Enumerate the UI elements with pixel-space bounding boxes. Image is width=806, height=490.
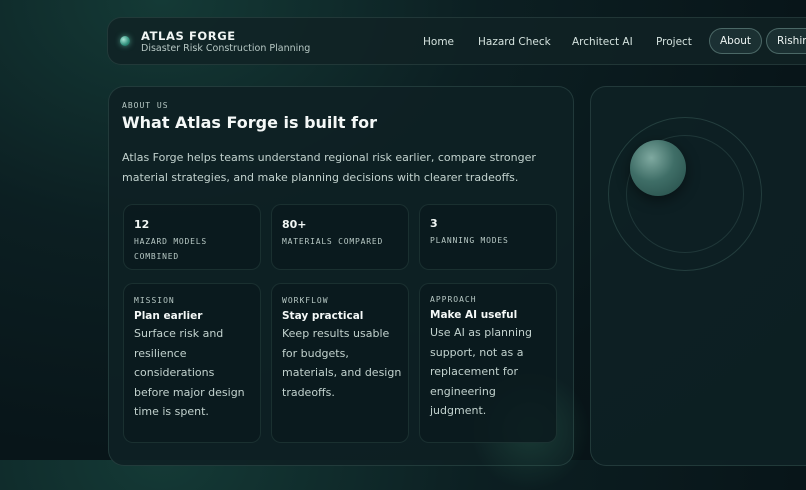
- brand-logo-icon: [120, 36, 130, 46]
- brand-title[interactable]: ATLAS FORGE: [141, 29, 236, 43]
- tile-eyebrow: APPROACH: [430, 295, 477, 304]
- section-lead: Atlas Forge helps teams understand regio…: [122, 151, 536, 184]
- stat-value: 3: [430, 217, 438, 230]
- tile-body: Surface risk and resilience consideratio…: [134, 327, 245, 418]
- stat-value: 12: [134, 218, 150, 231]
- stat-label: HAZARD MODELS COMBINED: [134, 237, 208, 261]
- stat-label: PLANNING MODES: [430, 236, 509, 245]
- tile-eyebrow: WORKFLOW: [282, 296, 329, 305]
- globe-orb-icon: [630, 140, 686, 196]
- tile-body: Keep results usable for budgets, materia…: [282, 327, 402, 399]
- nav-hazard-check[interactable]: Hazard Check: [478, 36, 551, 48]
- tile-title: Make AI useful: [430, 309, 518, 321]
- tile-eyebrow: MISSION: [134, 296, 175, 305]
- nav-project[interactable]: Project: [656, 36, 692, 48]
- section-title: What Atlas Forge is built for: [122, 113, 377, 132]
- nav-home[interactable]: Home: [423, 36, 454, 48]
- tile-body: Use AI as planning support, not as a rep…: [430, 326, 533, 417]
- tile-title: Plan earlier: [134, 310, 203, 322]
- nav-architect-ai[interactable]: Architect AI: [572, 36, 633, 48]
- stat-value: 80+: [282, 218, 307, 231]
- brand-subtitle: Disaster Risk Construction Planning: [141, 43, 311, 54]
- tile-title: Stay practical: [282, 310, 364, 322]
- section-eyebrow: ABOUT US: [122, 101, 169, 110]
- nav-about[interactable]: About: [709, 28, 763, 54]
- stat-label: MATERIALS COMPARED: [282, 237, 384, 246]
- nav-user-button[interactable]: Rishir: [766, 28, 806, 54]
